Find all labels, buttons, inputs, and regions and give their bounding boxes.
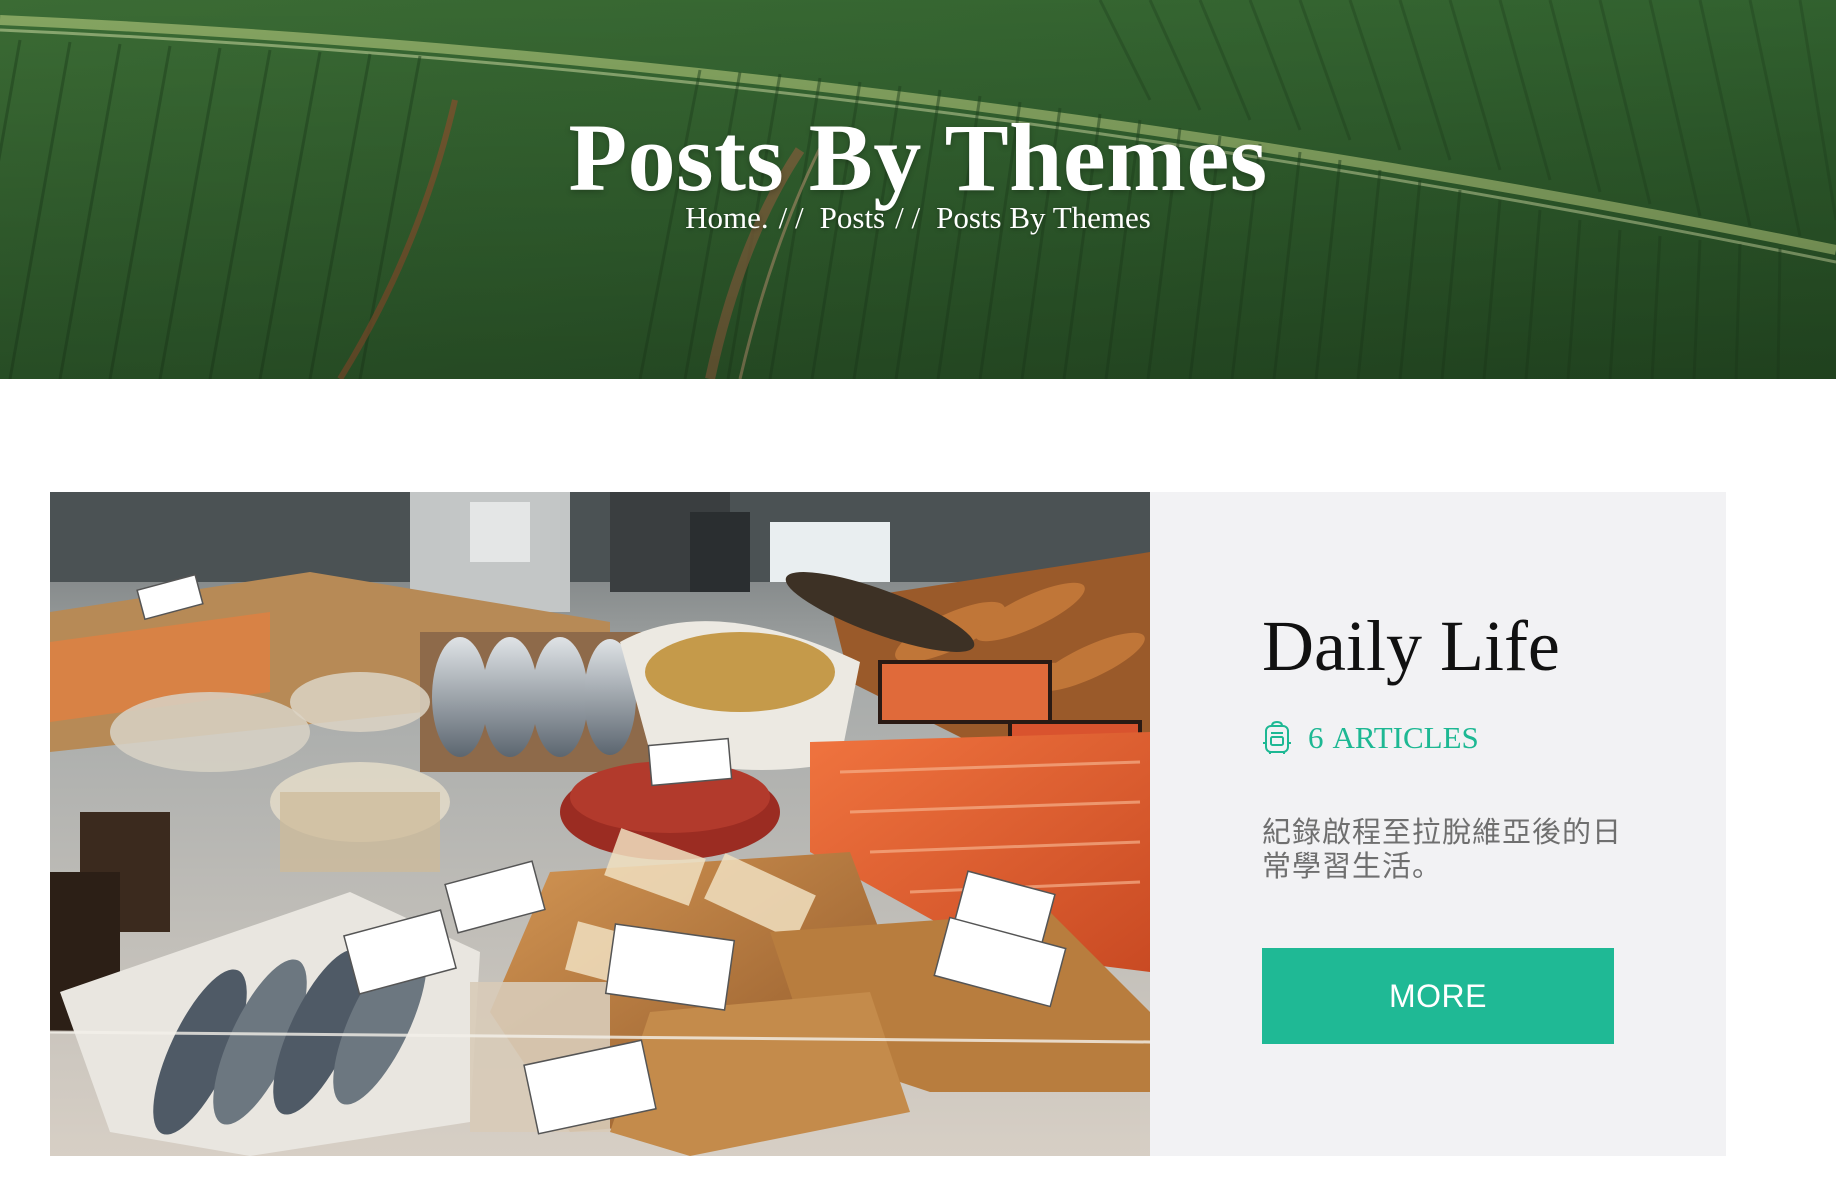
more-button[interactable]: MORE	[1262, 948, 1614, 1044]
backpack-icon	[1263, 721, 1291, 754]
breadcrumb-separator: / /	[895, 200, 921, 235]
breadcrumb-home-link[interactable]: Home.	[685, 198, 769, 238]
hero-banner: Posts By Themes Home. / / Posts / / Posts By…	[0, 0, 1836, 379]
theme-card-body: Daily Life 6 ARTICLES 紀錄啟程至拉脫維亞後的日常學習生活。…	[1262, 492, 1682, 1156]
breadcrumb: Home. / / Posts / / Posts By Themes	[0, 198, 1836, 238]
breadcrumb-separator: / /	[778, 200, 804, 235]
article-count: 6 ARTICLES	[1262, 718, 1479, 758]
card-notch	[1186, 805, 1206, 845]
breadcrumb-current-page: Posts By Themes	[936, 200, 1151, 235]
theme-title[interactable]: Daily Life	[1262, 604, 1560, 688]
article-count-number: 6	[1308, 720, 1324, 755]
article-count-label: ARTICLES	[1332, 720, 1479, 755]
breadcrumb-posts-link[interactable]: Posts	[820, 198, 885, 238]
page-title: Posts By Themes	[568, 104, 1268, 212]
fish-market-photo	[50, 492, 1150, 1156]
theme-card-image[interactable]	[50, 492, 1150, 1156]
theme-card: Daily Life 6 ARTICLES 紀錄啟程至拉脫維亞後的日常學習生活。…	[50, 492, 1726, 1156]
theme-description: 紀錄啟程至拉脫維亞後的日常學習生活。	[1262, 815, 1623, 883]
